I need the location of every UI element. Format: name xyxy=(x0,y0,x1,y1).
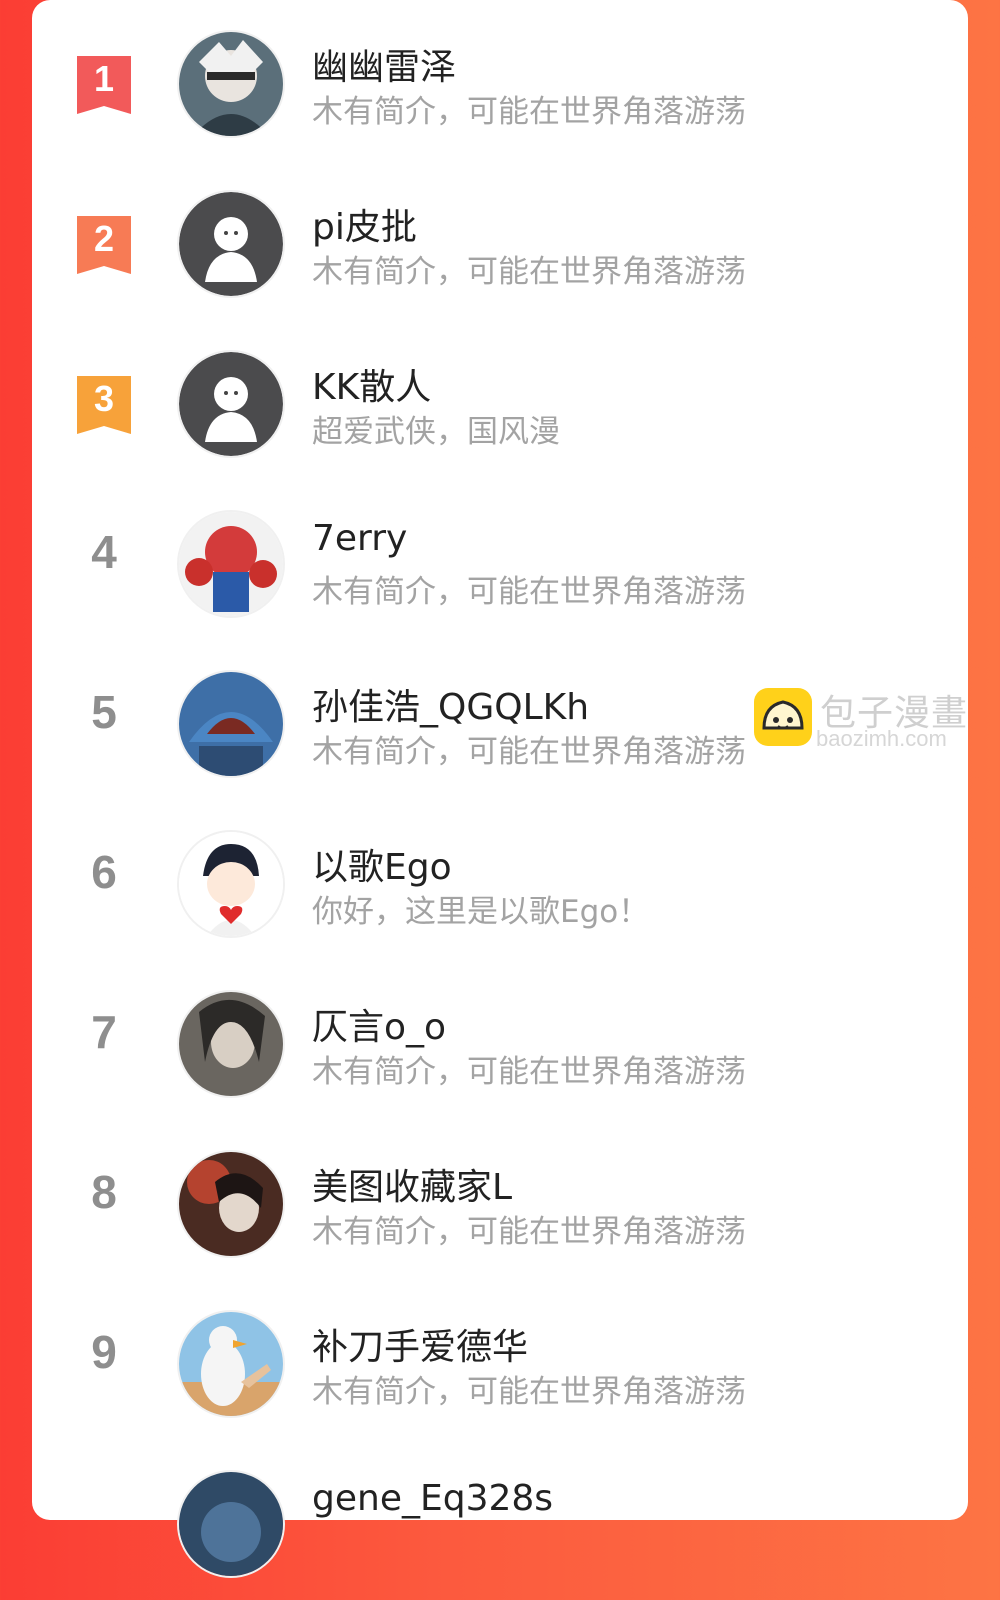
user-bio: 木有简介，可能在世界角落游荡 xyxy=(312,1214,746,1250)
default-avatar-icon[interactable] xyxy=(179,192,283,296)
shark-avatar-icon[interactable] xyxy=(179,672,283,776)
user-name[interactable]: 幽幽雷泽 xyxy=(312,38,456,90)
list-item[interactable]: 1 幽幽雷泽 木有简介，可能在世界角落游荡 xyxy=(32,0,968,160)
list-item[interactable]: 2 pi皮批 木有简介，可能在世界角落游荡 xyxy=(32,160,968,320)
user-bio: 木有简介，可能在世界角落游荡 xyxy=(312,1054,746,1090)
anime-avatar-icon[interactable] xyxy=(179,32,283,136)
list-item[interactable]: 7 仄言o_o 木有简介，可能在世界角落游荡 xyxy=(32,960,968,1120)
list-item[interactable]: 9 补刀手爱德华 木有简介，可能在世界角落游荡 xyxy=(32,1280,968,1440)
user-name[interactable]: 7erry xyxy=(312,518,407,559)
user-bio: 木有简介，可能在世界角落游荡 xyxy=(312,254,746,290)
user-name[interactable]: 美图收藏家L xyxy=(312,1158,512,1210)
list-item[interactable]: 6 以歌Ego 你好，这里是以歌Ego！ xyxy=(32,800,968,960)
user-bio: 你好，这里是以歌Ego！ xyxy=(312,894,650,930)
user-bio: 超爱武侠，国风漫 xyxy=(312,414,560,450)
user-name[interactable]: 以歌Ego xyxy=(312,838,452,890)
rank-number: 7 xyxy=(91,1006,117,1058)
user-name[interactable]: 孙佳浩_QGQLKh xyxy=(312,678,589,730)
spiderman-avatar-icon[interactable] xyxy=(179,512,283,616)
user-bio: 木有简介，可能在世界角落游荡 xyxy=(312,574,746,610)
rank-badge-1: 1 xyxy=(77,56,131,114)
user-name[interactable]: KK散人 xyxy=(312,358,431,410)
rank-number: 6 xyxy=(91,846,117,898)
bun-logo-icon xyxy=(754,688,812,746)
rank-badge-3: 3 xyxy=(77,376,131,434)
cartoon-heart-avatar-icon[interactable] xyxy=(179,832,283,936)
user-bio: 木有简介，可能在世界角落游荡 xyxy=(312,94,746,130)
rank-number: 1 xyxy=(93,58,115,99)
user-name[interactable]: 补刀手爱德华 xyxy=(312,1318,528,1370)
rank-number: 9 xyxy=(91,1326,117,1378)
user-bio: 木有简介，可能在世界角落游荡 xyxy=(312,1374,746,1410)
watermark-url: baozimh.com xyxy=(816,726,947,751)
rank-number: 3 xyxy=(93,378,115,419)
rank-number: 8 xyxy=(91,1166,117,1218)
rank-badge-2: 2 xyxy=(77,216,131,274)
user-name[interactable]: pi皮批 xyxy=(312,198,417,250)
user-bio: 木有简介，可能在世界角落游荡 xyxy=(312,734,746,770)
ranking-list-card: 1 幽幽雷泽 木有简介，可能在世界角落游荡 2 pi皮批 木有简介，可能在世界角… xyxy=(32,0,968,1576)
list-item[interactable]: 8 美图收藏家L 木有简介，可能在世界角落游荡 xyxy=(32,1120,968,1280)
watermark: 包子漫畫 baozimh.com xyxy=(754,688,984,752)
rank-number: 5 xyxy=(91,686,117,738)
list-item[interactable]: 4 7erry 木有简介，可能在世界角落游荡 xyxy=(32,480,968,640)
user-name[interactable]: 仄言o_o xyxy=(312,998,446,1050)
list-item[interactable]: gene_Eq328s xyxy=(32,1440,968,1600)
dark-anime-avatar-icon[interactable] xyxy=(179,992,283,1096)
user-name[interactable]: gene_Eq328s xyxy=(312,1478,553,1519)
rank-number: 4 xyxy=(91,526,117,578)
default-avatar-icon[interactable] xyxy=(179,352,283,456)
rank-number: 2 xyxy=(93,218,115,259)
illustration-avatar-icon[interactable] xyxy=(179,1152,283,1256)
duck-avatar-icon[interactable] xyxy=(179,1312,283,1416)
list-item[interactable]: 3 KK散人 超爱武侠，国风漫 xyxy=(32,320,968,480)
partial-avatar-icon[interactable] xyxy=(179,1472,283,1576)
